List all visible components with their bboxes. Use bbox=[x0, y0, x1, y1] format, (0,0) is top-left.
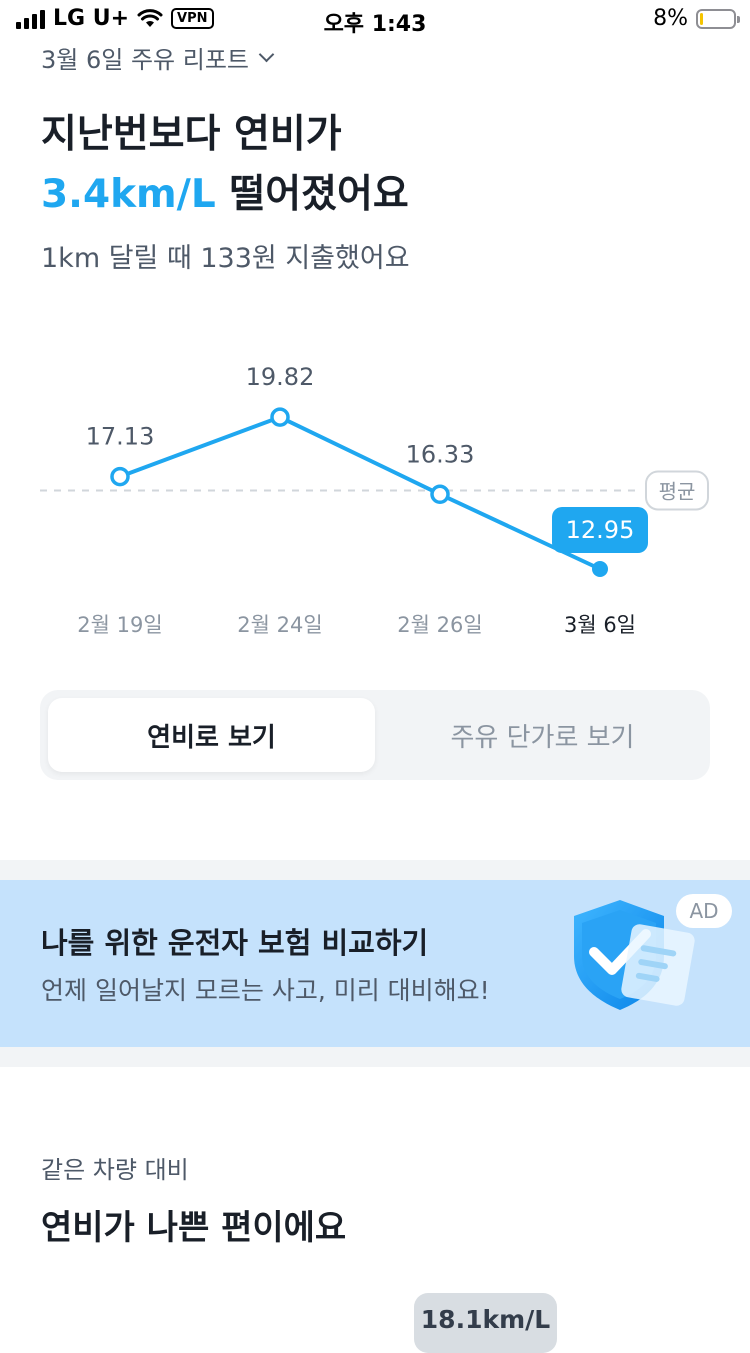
x-tick-label: 3월 6일 bbox=[564, 613, 636, 637]
data-point bbox=[592, 561, 608, 577]
fuel-efficiency-chart: 평균 17.13 2월 19일 19.82 2월 24일 16.33 2월 26일 12.95… bbox=[40, 363, 709, 637]
headline-subtitle: 1km 달릴 때 133원 지출했어요 bbox=[41, 243, 410, 274]
data-point bbox=[270, 407, 290, 427]
report-date-label: 3월 6일 주유 리포트 bbox=[41, 46, 249, 74]
view-toggle: 연비로 보기 주유 단가로 보기 bbox=[40, 690, 710, 780]
toggle-fuel-efficiency[interactable]: 연비로 보기 bbox=[48, 698, 375, 772]
data-point bbox=[110, 466, 130, 487]
headline-line1: 지난번보다 연비가 bbox=[41, 112, 342, 157]
data-point bbox=[430, 484, 450, 505]
report-date-dropdown[interactable]: 3월 6일 주유 리포트 bbox=[41, 40, 275, 75]
data-label: 16.33 bbox=[406, 440, 475, 468]
headline-accent-value: 3.4km/L bbox=[41, 172, 216, 217]
series-line bbox=[118, 415, 602, 571]
status-bar: LG U+ VPN 오후 1:43 8% bbox=[0, 0, 750, 40]
x-tick-label: 2월 24일 bbox=[237, 613, 322, 637]
data-label: 17.13 bbox=[86, 423, 155, 451]
headline-line2: 3.4km/L 떨어졌어요 bbox=[41, 165, 409, 225]
section-divider bbox=[0, 860, 750, 880]
toggle-fuel-price[interactable]: 주유 단가로 보기 bbox=[383, 698, 702, 772]
x-tick-label: 2월 26일 bbox=[397, 613, 482, 637]
data-label: 19.82 bbox=[246, 363, 315, 391]
battery-percent: 8% bbox=[653, 6, 688, 31]
chevron-down-icon bbox=[258, 46, 275, 63]
ad-description: 언제 일어날지 모르는 사고, 미리 대비해요! bbox=[41, 976, 490, 1005]
headline-line2-text: 떨어졌어요 bbox=[215, 172, 409, 217]
comparison-label: 같은 차량 대비 bbox=[41, 1156, 189, 1184]
data-label: 12.95 bbox=[566, 516, 635, 544]
battery-icon bbox=[696, 8, 740, 29]
status-time: 오후 1:43 bbox=[323, 12, 427, 37]
insurance-ad-banner[interactable]: 나를 위한 운전자 보험 비교하기 언제 일어날지 모르는 사고, 미리 대비해… bbox=[0, 880, 750, 1047]
status-right: 8% bbox=[653, 6, 740, 31]
headline: 지난번보다 연비가 3.4km/L 떨어졌어요 bbox=[41, 105, 409, 225]
average-label: 평균 bbox=[659, 480, 696, 504]
ad-badge: AD bbox=[676, 894, 732, 928]
x-tick-label: 2월 19일 bbox=[77, 613, 162, 637]
comparison-value-badge: 18.1km/L bbox=[414, 1293, 557, 1353]
ad-title: 나를 위한 운전자 보험 비교하기 bbox=[41, 926, 429, 960]
comparison-title: 연비가 나쁜 편이에요 bbox=[41, 1208, 347, 1248]
section-divider bbox=[0, 1047, 750, 1067]
